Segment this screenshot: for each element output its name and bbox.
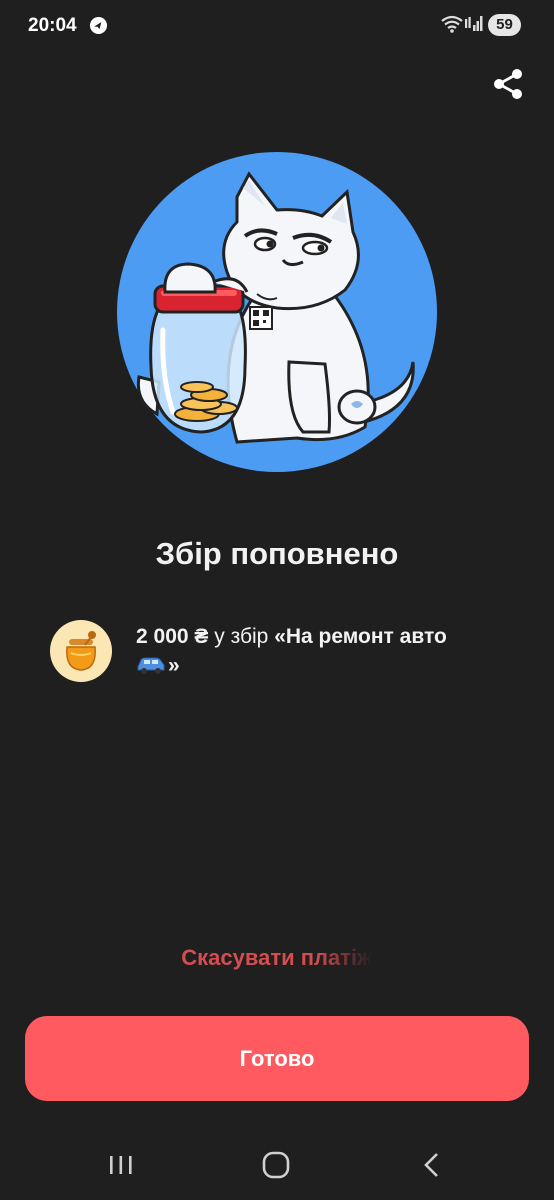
donation-summary: 2 000 ₴ у збір «На ремонт авто »: [50, 620, 510, 684]
donation-amount: 2 000 ₴: [136, 625, 209, 648]
system-nav-bar: [0, 1130, 554, 1200]
battery-icon: 59: [488, 14, 521, 36]
signal-icon: [465, 16, 483, 31]
jar-avatar: [50, 620, 112, 682]
home-icon[interactable]: [256, 1148, 296, 1182]
share-icon[interactable]: [490, 66, 526, 102]
blue-car-icon: [137, 657, 165, 674]
jar-name: «На ремонт авто: [274, 625, 447, 648]
cancel-payment-link[interactable]: Скасувати платіж: [0, 945, 554, 971]
status-time: 20:04: [28, 15, 77, 36]
honey-jar-icon: [66, 631, 96, 671]
wifi-icon: [441, 15, 463, 33]
status-bar: 20:04 59: [0, 0, 554, 52]
page-title: Збір поповнено: [155, 536, 399, 571]
recent-apps-icon[interactable]: [101, 1148, 141, 1182]
back-icon[interactable]: [412, 1148, 452, 1182]
donation-text: 2 000 ₴ у збір «На ремонт авто »: [136, 622, 516, 680]
cancel-payment-label: Скасувати платіж: [181, 945, 373, 970]
cat-with-coin-jar-illustration: [117, 152, 437, 472]
jar-name-end: »: [168, 654, 180, 677]
notification-app-icon: [89, 16, 108, 35]
payment-success-screen: 20:04 59 Збір поповнено 2 000 ₴ у збір «…: [0, 0, 554, 1200]
donation-preposition: у збір: [208, 625, 275, 648]
done-button[interactable]: Готово: [25, 1016, 529, 1101]
